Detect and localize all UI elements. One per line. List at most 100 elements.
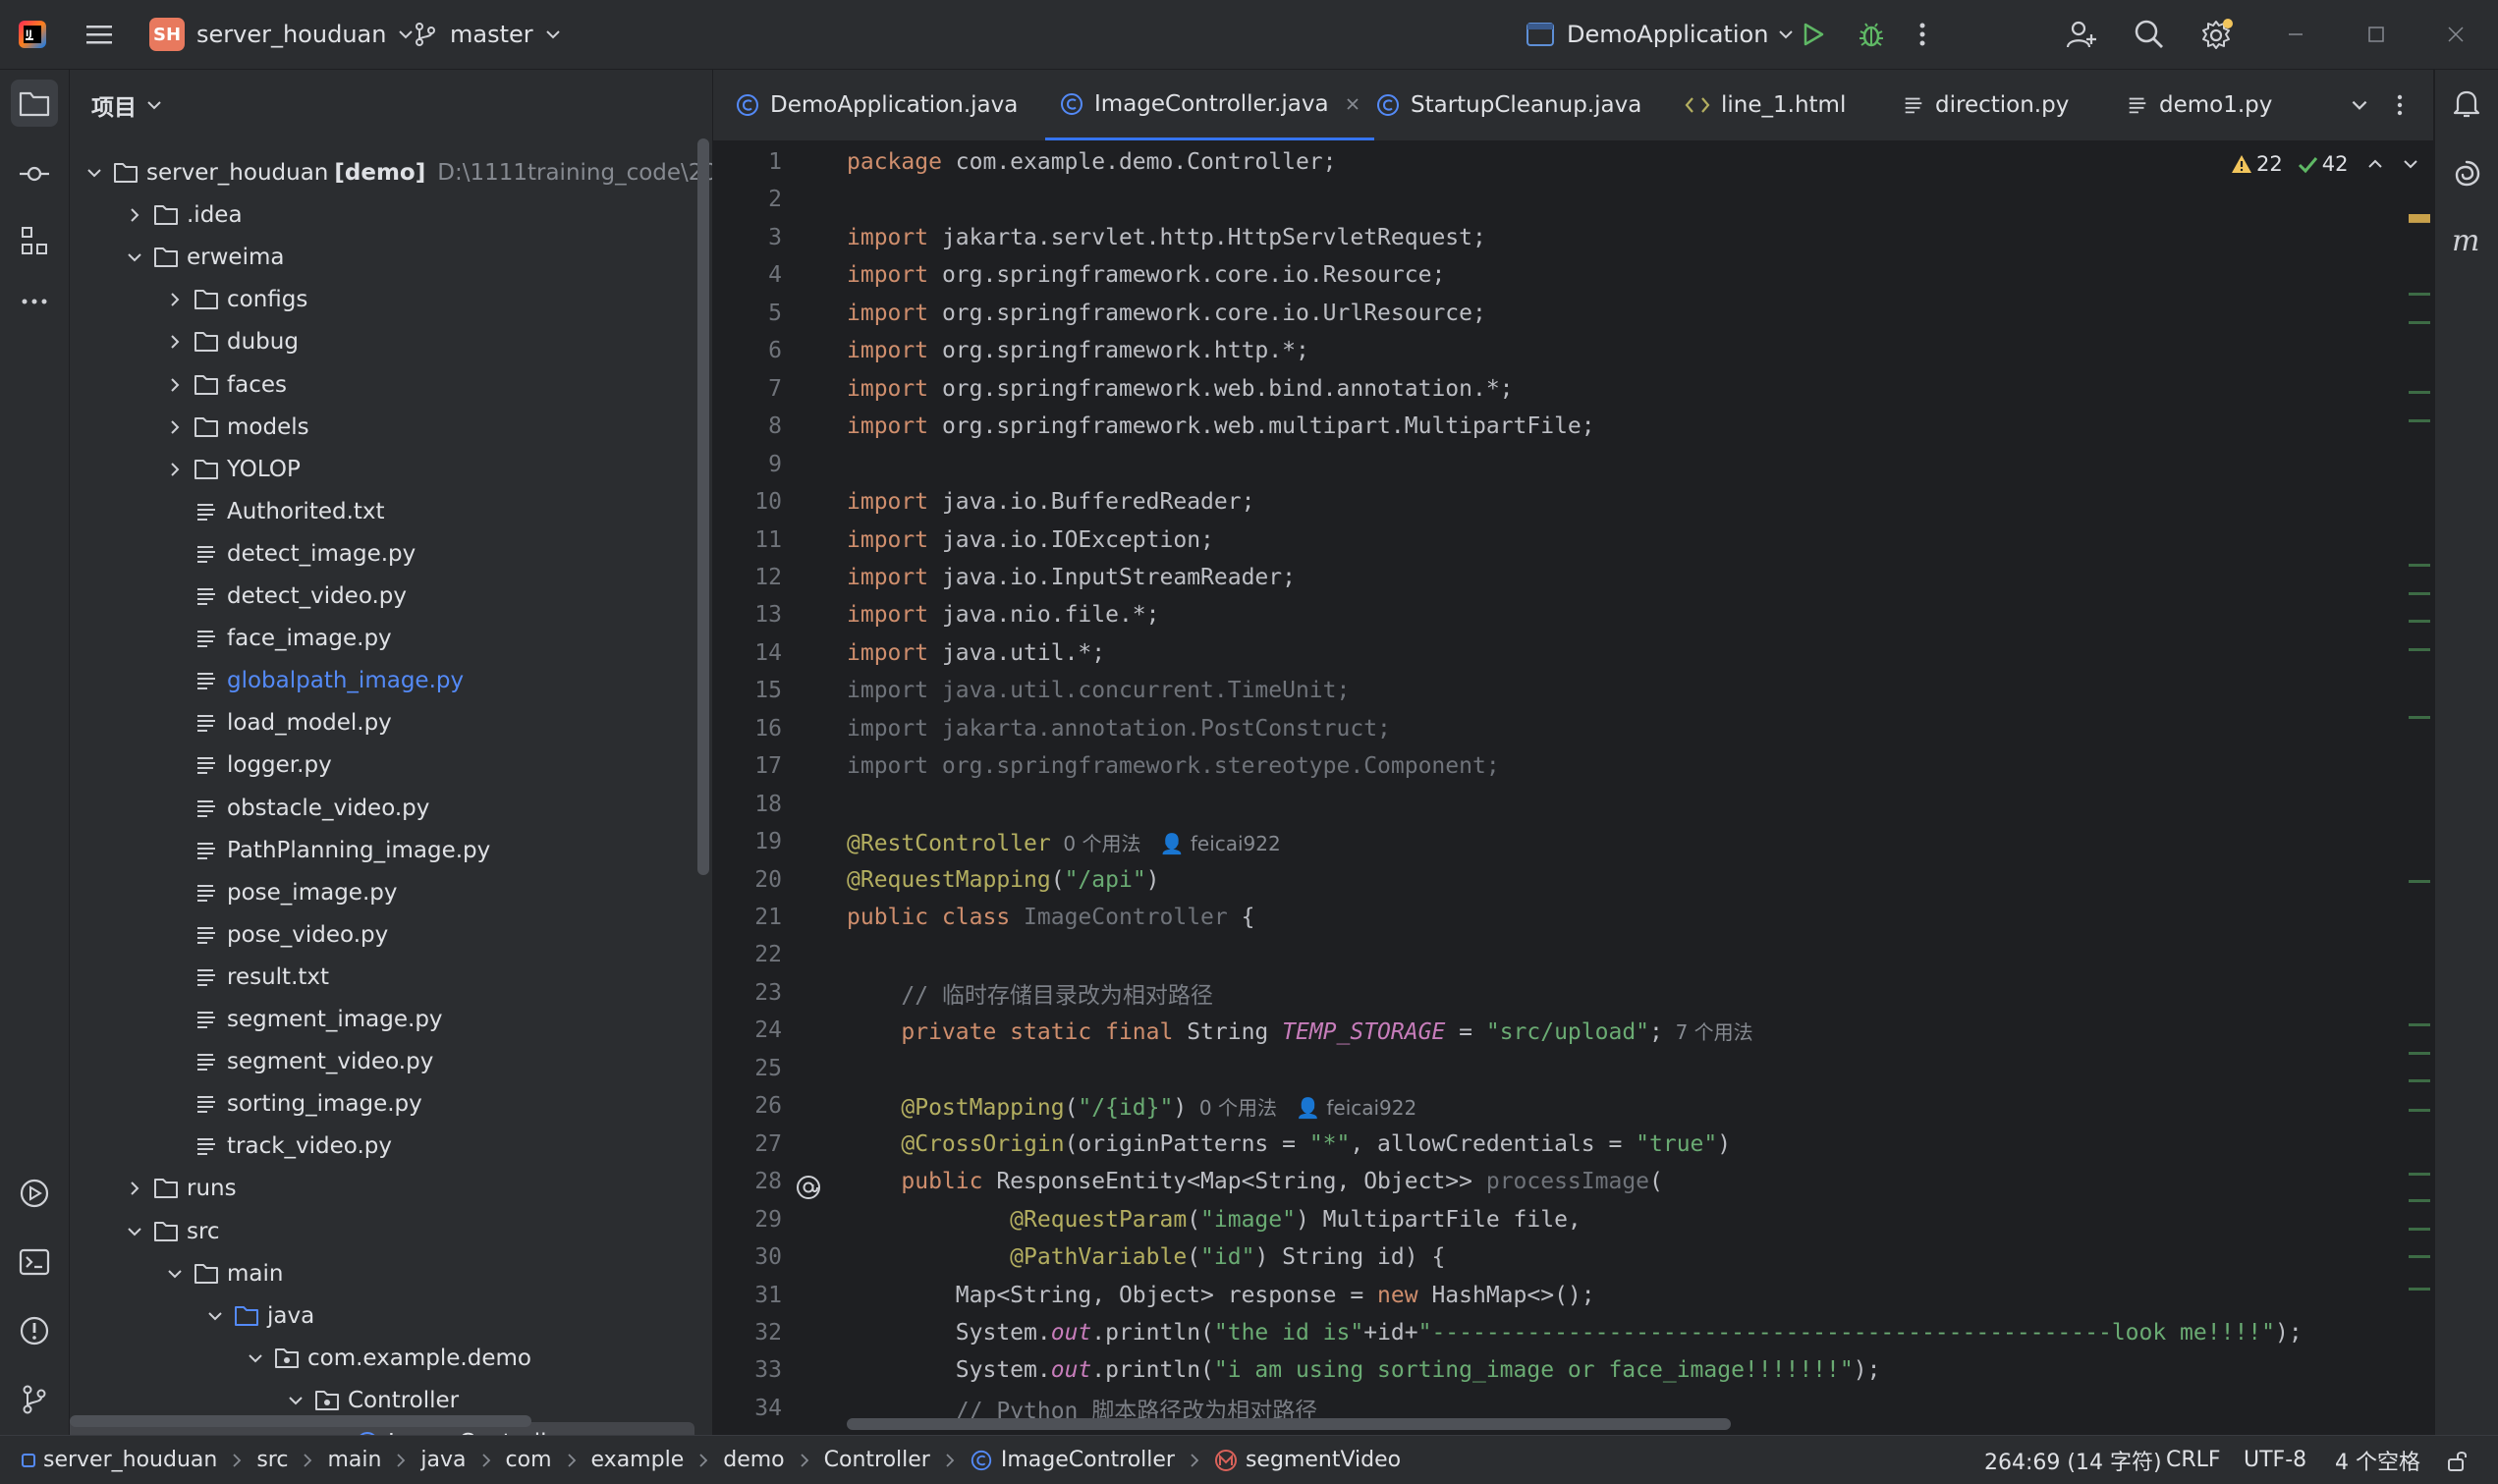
tree-item[interactable]: erweima <box>70 237 712 278</box>
stripe-marker[interactable] <box>2409 214 2430 222</box>
chevron-down-icon[interactable] <box>245 1347 274 1369</box>
editor-horizontal-scrollbar[interactable] <box>847 1418 1731 1430</box>
stripe-marker[interactable] <box>2409 391 2430 394</box>
tree-item[interactable]: face_image.py <box>70 618 712 659</box>
stripe-marker[interactable] <box>2409 419 2430 422</box>
tree-item[interactable]: track_video.py <box>70 1126 712 1167</box>
structure-tool-button[interactable] <box>11 217 58 264</box>
ide-logo-icon[interactable]: IJ <box>18 0 47 69</box>
maven-button[interactable]: m <box>2443 217 2490 264</box>
problems-tool-button[interactable] <box>11 1307 58 1354</box>
stripe-marker[interactable] <box>2409 592 2430 595</box>
breadcrumb-item[interactable]: java <box>420 1448 466 1472</box>
editor-tab[interactable]: DemoApplication.java <box>735 70 1018 140</box>
tree-item[interactable]: detect_image.py <box>70 533 712 575</box>
chevron-down-icon[interactable] <box>83 162 113 184</box>
stripe-marker[interactable] <box>2409 1255 2430 1258</box>
editor-tab[interactable]: direction.py <box>1902 70 2069 140</box>
services-tool-button[interactable] <box>11 1170 58 1217</box>
chevron-down-icon[interactable] <box>285 1390 314 1411</box>
project-panel-header[interactable]: 项目 <box>91 70 164 140</box>
stripe-marker[interactable] <box>2409 1052 2430 1055</box>
tree-item[interactable]: PathPlanning_image.py <box>70 830 712 871</box>
chevron-down-icon[interactable] <box>124 247 153 268</box>
stripe-marker[interactable] <box>2409 716 2430 719</box>
settings-button[interactable] <box>2200 0 2234 69</box>
tree-item[interactable]: models <box>70 407 712 448</box>
main-menu-button[interactable] <box>84 0 114 69</box>
read-only-toggle[interactable] <box>2446 1436 2470 1484</box>
chevron-right-icon[interactable] <box>124 1178 153 1199</box>
stripe-marker[interactable] <box>2409 564 2430 567</box>
stripe-marker[interactable] <box>2409 880 2430 883</box>
tree-vertical-scrollbar[interactable] <box>697 138 709 875</box>
editor-tab[interactable]: demo1.py <box>2126 70 2272 140</box>
tree-item[interactable]: obstacle_video.py <box>70 788 712 829</box>
terminal-tool-button[interactable] <box>11 1238 58 1286</box>
stripe-marker[interactable] <box>2409 1288 2430 1291</box>
tree-item[interactable]: YOLOP <box>70 449 712 490</box>
breadcrumb-item[interactable]: com <box>506 1448 552 1472</box>
run-button[interactable] <box>1798 0 1827 69</box>
breadcrumb-item[interactable]: Controller <box>824 1448 930 1472</box>
tree-item[interactable]: logger.py <box>70 744 712 786</box>
code-editor[interactable]: 1 package com.example.demo.Controller; 2 3 i… <box>713 141 2433 1435</box>
ai-assistant-button[interactable] <box>2443 150 2490 197</box>
tree-item[interactable]: pose_video.py <box>70 914 712 956</box>
tree-item[interactable]: server_houduan [demo] D:\1111training_cod… <box>70 152 712 193</box>
search-everywhere-button[interactable] <box>2134 0 2165 69</box>
tree-item[interactable]: .idea <box>70 194 712 236</box>
stripe-marker[interactable] <box>2409 1079 2430 1082</box>
tree-item[interactable]: detect_video.py <box>70 576 712 617</box>
tree-item[interactable]: dubug <box>70 321 712 362</box>
breadcrumb-item[interactable]: example <box>591 1448 685 1472</box>
tree-item[interactable]: sorting_image.py <box>70 1083 712 1125</box>
maximize-button[interactable] <box>2366 0 2386 69</box>
tab-options-button[interactable] <box>2396 70 2404 140</box>
chevron-right-icon[interactable] <box>164 289 194 310</box>
tree-item[interactable]: segment_image.py <box>70 999 712 1040</box>
close-tab-icon[interactable] <box>1345 96 1360 112</box>
tree-item[interactable]: com.example.demo <box>70 1338 712 1379</box>
breadcrumb-item[interactable]: demo <box>723 1448 784 1472</box>
stripe-marker[interactable] <box>2409 1228 2430 1231</box>
tree-horizontal-scrollbar[interactable] <box>70 1415 531 1427</box>
line-ending[interactable]: CRLF <box>2166 1448 2221 1472</box>
chevron-down-icon[interactable] <box>124 1221 153 1242</box>
inspection-widget[interactable]: 22 42 <box>2231 149 2420 179</box>
stripe-marker[interactable] <box>2409 321 2430 324</box>
tree-item[interactable]: pose_image.py <box>70 872 712 913</box>
tree-item[interactable]: main <box>70 1253 712 1294</box>
indent-setting[interactable]: 4 个空格 <box>2335 1445 2420 1476</box>
file-encoding[interactable]: UTF-8 <box>2244 1448 2306 1472</box>
close-window-button[interactable] <box>2446 0 2466 69</box>
editor-tab[interactable]: StartupCleanup.java <box>1375 70 1641 140</box>
tree-item[interactable]: java <box>70 1295 712 1337</box>
chevron-right-icon[interactable] <box>164 416 194 438</box>
chevron-right-icon[interactable] <box>164 374 194 396</box>
chevron-right-icon[interactable] <box>164 459 194 480</box>
editor-tab[interactable]: line_1.html <box>1684 70 1846 140</box>
more-actions-button[interactable] <box>1917 0 1927 69</box>
breadcrumb-item[interactable]: src <box>256 1448 288 1472</box>
branch-selector[interactable]: master <box>413 0 563 69</box>
run-config-selector[interactable]: DemoApplication <box>1526 0 1796 69</box>
stripe-marker[interactable] <box>2409 620 2430 623</box>
tree-item[interactable]: faces <box>70 364 712 406</box>
tree-item[interactable]: globalpath_image.py <box>70 660 712 701</box>
minimize-button[interactable] <box>2286 0 2305 69</box>
stripe-marker[interactable] <box>2409 1199 2430 1202</box>
tree-item[interactable]: Authorited.txt <box>70 491 712 532</box>
stripe-marker[interactable] <box>2409 1023 2430 1026</box>
more-tools-button[interactable] <box>11 278 58 325</box>
code-with-me-button[interactable] <box>2066 0 2097 69</box>
stripe-marker[interactable] <box>2409 648 2430 651</box>
chevron-down-icon[interactable] <box>204 1305 234 1327</box>
tree-item[interactable]: result.txt <box>70 957 712 998</box>
stripe-marker[interactable] <box>2409 1109 2430 1112</box>
tree-item[interactable]: segment_video.py <box>70 1041 712 1082</box>
breadcrumb-item[interactable]: server_houduan <box>22 1448 217 1472</box>
stripe-marker[interactable] <box>2409 1173 2430 1176</box>
breadcrumb-item[interactable]: segmentVideo <box>1214 1448 1401 1472</box>
chevron-down-icon[interactable] <box>164 1263 194 1285</box>
